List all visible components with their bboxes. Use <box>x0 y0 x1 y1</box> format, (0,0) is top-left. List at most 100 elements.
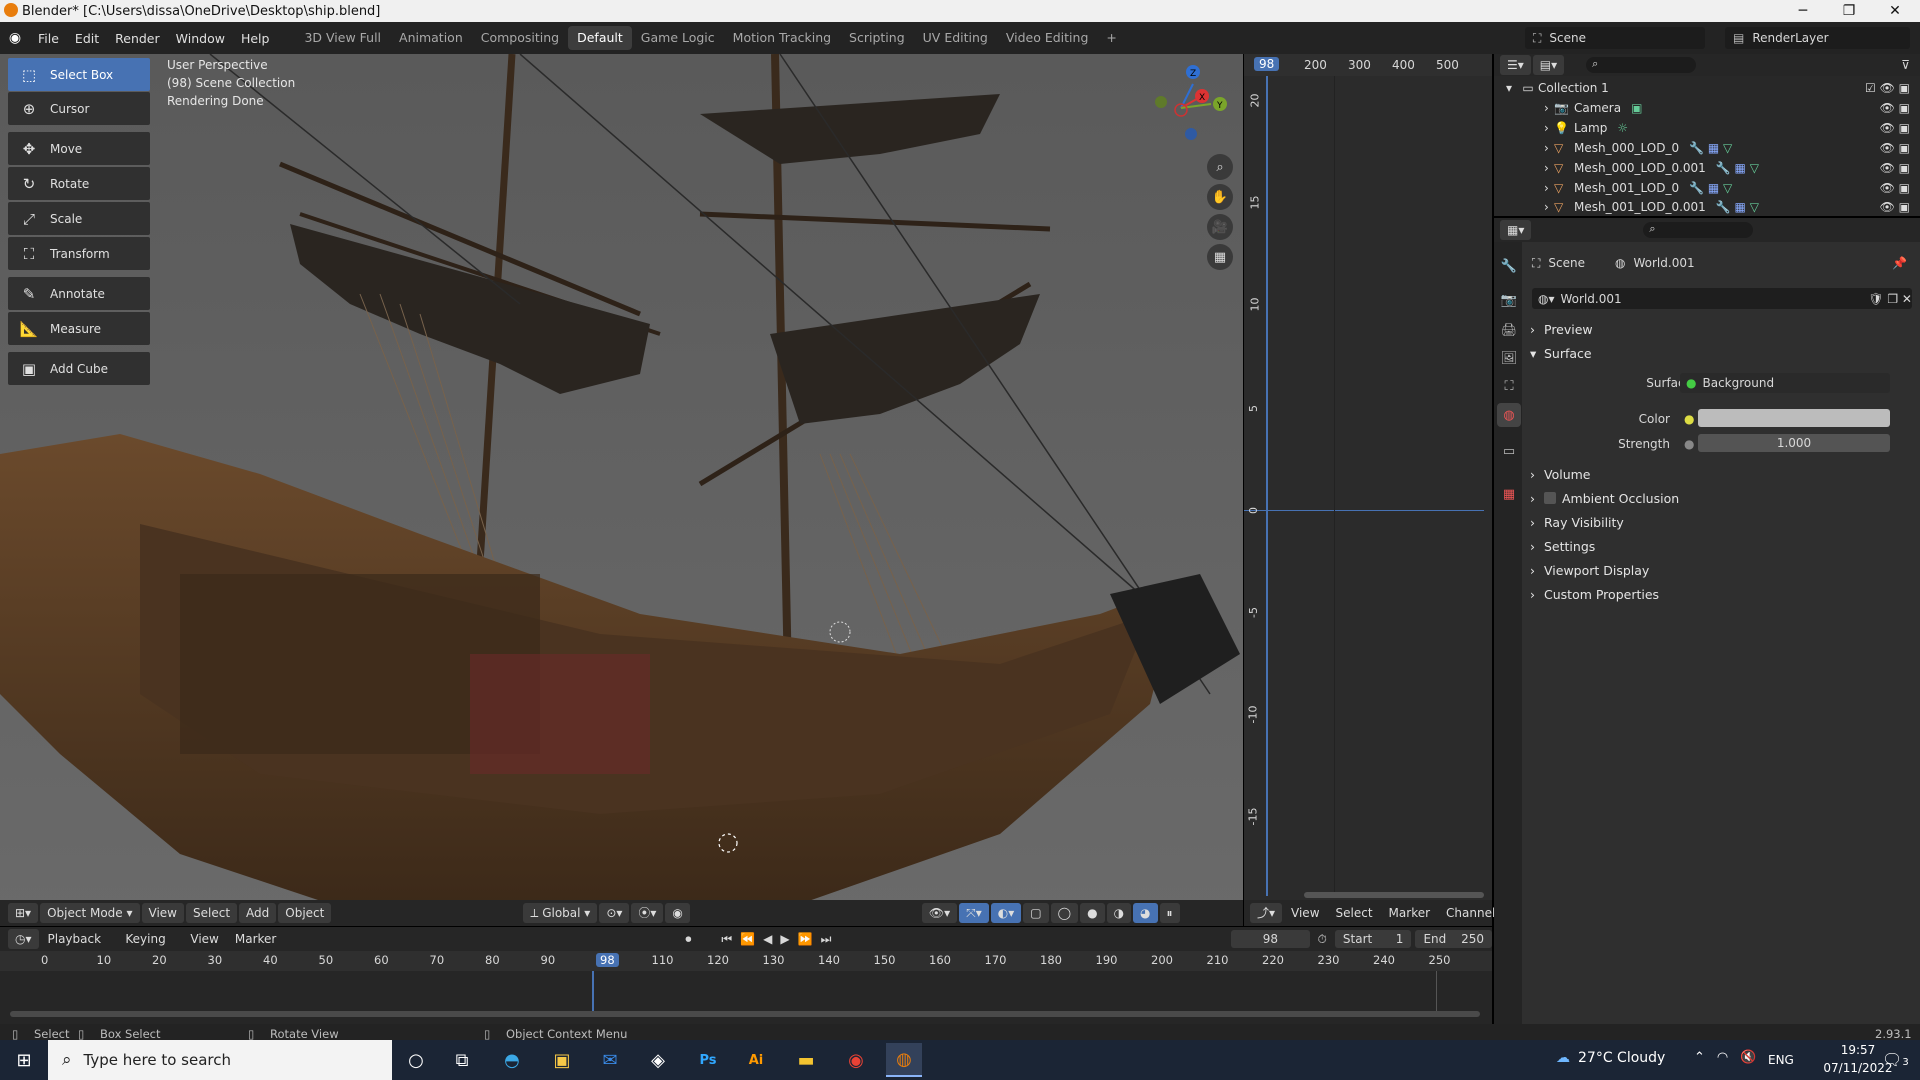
texture-properties-icon[interactable]: ▦ <box>1497 482 1521 506</box>
end-frame-field[interactable]: End 250 <box>1415 930 1492 948</box>
start-frame-field[interactable]: Start 1 <box>1334 930 1412 948</box>
jump-end-icon[interactable]: ⏭ <box>821 932 832 947</box>
menu-render[interactable]: Render <box>107 31 168 46</box>
editor-type-icon[interactable]: ⊞▾ <box>8 903 39 923</box>
add-workspace-icon[interactable]: + <box>1097 26 1125 50</box>
shading-solid-icon[interactable]: ● <box>1080 903 1105 923</box>
outliner-item-mesh[interactable]: › ▽ Mesh_001_LOD_0 🔧 ▦ ▽ 👁 ▣ <box>1494 178 1920 198</box>
workspace-tab-video-editing[interactable]: Video Editing <box>997 26 1098 50</box>
visibility-eye-icon[interactable]: ☑ 👁 ▣ <box>1865 81 1910 95</box>
tool-select-box[interactable]: ⬚ Select Box <box>8 58 150 91</box>
workspace-tab-compositing[interactable]: Compositing <box>472 26 568 50</box>
strength-field[interactable]: 1.000 <box>1698 434 1890 452</box>
world-selector[interactable]: ◍▾ World.001 🛡 ❐ ✕ <box>1532 288 1912 309</box>
outliner-item-mesh[interactable]: › ▽ Mesh_000_LOD_0.001 🔧 ▦ ▽ 👁 ▣ <box>1494 158 1920 178</box>
outliner-display-mode-icon[interactable]: ▤▾ <box>1532 55 1565 75</box>
outliner[interactable]: ☰▾ ▤▾ ⌕ ⊽ ▾ ▭ Collection 1 ☑ 👁 ▣ › 📷 Came… <box>1494 54 1920 216</box>
file-explorer-icon[interactable]: ▬ <box>788 1043 824 1077</box>
workspace-tab-animation[interactable]: Animation <box>390 26 472 50</box>
timeline-menu-marker[interactable]: Marker <box>228 929 283 949</box>
panel-volume[interactable]: › Volume <box>1530 463 1591 485</box>
render-properties-icon[interactable]: 📷 <box>1497 288 1521 312</box>
graph-current-frame[interactable]: 98 <box>1254 57 1280 71</box>
next-keyframe-icon[interactable]: ⏩ <box>798 932 813 946</box>
task-view-icon[interactable]: ⧉ <box>444 1043 480 1077</box>
object-mode-dropdown[interactable]: Object Mode ▾ <box>40 903 140 923</box>
shading-rendered-icon[interactable]: ◕ <box>1133 903 1158 923</box>
tool-transform[interactable]: ⛶ Transform <box>8 237 150 270</box>
visibility-eye-icon[interactable]: 👁 ▣ <box>1880 101 1910 115</box>
timeline-menu-keying[interactable]: Keying ▾ <box>118 929 181 966</box>
pivot-icon[interactable]: ⊙▾ <box>599 903 630 923</box>
workspace-tab-uv-editing[interactable]: UV Editing <box>914 26 997 50</box>
outliner-editor-type-icon[interactable]: ☰▾ <box>1500 55 1531 75</box>
visibility-eye-icon[interactable]: 👁 ▣ <box>1880 181 1910 195</box>
workspace-tab-game-logic[interactable]: Game Logic <box>632 26 724 50</box>
view-layer-properties-icon[interactable]: 🖼 <box>1497 346 1521 370</box>
color-swatch[interactable] <box>1698 409 1890 427</box>
menu-edit[interactable]: Edit <box>67 31 107 46</box>
current-frame-field[interactable]: 98 <box>1231 930 1310 948</box>
scene-properties-icon[interactable]: ⛶ <box>1497 374 1521 398</box>
clock-time[interactable]: 19:57 <box>1830 1043 1886 1057</box>
tool-measure[interactable]: 📐 Measure <box>8 312 150 345</box>
filter-icon[interactable]: ⊽ <box>1901 58 1910 72</box>
pause-render-icon[interactable]: ⏸ <box>1159 903 1180 923</box>
tool-add-cube[interactable]: ▣ Add Cube <box>8 352 150 385</box>
expand-icon[interactable]: ▾ <box>1506 81 1518 95</box>
world-browse-icon[interactable]: ◍▾ <box>1538 292 1555 306</box>
volume-icon[interactable]: 🔇 <box>1740 1050 1756 1065</box>
world-name-field[interactable]: World.001 <box>1561 292 1622 306</box>
workspace-tab-motion-tracking[interactable]: Motion Tracking <box>724 26 840 50</box>
properties-editor-type-icon[interactable]: ▦▾ <box>1500 220 1532 240</box>
scene-selector[interactable]: ⛶ Scene <box>1525 27 1705 49</box>
panel-ray-visibility[interactable]: › Ray Visibility <box>1530 511 1624 533</box>
input-language[interactable]: ENG <box>1768 1053 1794 1067</box>
chevron-up-icon[interactable]: ⌃ <box>1694 1050 1705 1065</box>
menu-file[interactable]: File <box>30 31 67 46</box>
visibility-eye-icon[interactable]: 👁 ▣ <box>1880 200 1910 214</box>
visibility-eye-icon[interactable]: 👁 ▣ <box>1880 141 1910 155</box>
panel-viewport-display[interactable]: › Viewport Display <box>1530 559 1649 581</box>
viewport-menu-add[interactable]: Add <box>239 903 277 923</box>
panel-custom-properties[interactable]: › Custom Properties <box>1530 583 1659 605</box>
grid-perspective-icon[interactable]: ▦ <box>1207 244 1233 270</box>
visibility-eye-icon[interactable]: 👁 ▣ <box>1880 121 1910 135</box>
shading-material-icon[interactable]: ◑ <box>1106 903 1132 923</box>
viewport-menu-object[interactable]: Object <box>278 903 332 923</box>
close-button[interactable]: ✕ <box>1872 0 1918 22</box>
outliner-item-camera[interactable]: › 📷 Camera ▣ 👁 ▣ <box>1494 98 1920 118</box>
transform-orientation-dropdown[interactable]: ⟂ Global ▾ <box>523 903 598 923</box>
workspace-tab-3d-view-full[interactable]: 3D View Full <box>295 26 390 50</box>
tool-rotate[interactable]: ↻ Rotate <box>8 167 150 200</box>
panel-preview[interactable]: › Preview <box>1530 318 1593 340</box>
world-properties-icon[interactable]: ◍ <box>1497 403 1521 427</box>
graph-menu-view[interactable]: View <box>1284 903 1326 923</box>
render-layer-selector[interactable]: ▤ RenderLayer <box>1725 27 1910 49</box>
outliner-item-mesh[interactable]: › ▽ Mesh_000_LOD_0 🔧 ▦ ▽ 👁 ▣ <box>1494 138 1920 158</box>
viewport-menu-select[interactable]: Select <box>186 903 238 923</box>
unity-icon[interactable]: ◈ <box>640 1043 676 1077</box>
blender-menu-icon[interactable]: ◉ <box>0 30 30 46</box>
zoom-icon[interactable]: ⌕ <box>1207 154 1233 180</box>
weather-widget[interactable]: ☁ 27°C Cloudy <box>1556 1050 1665 1066</box>
timeline-playhead[interactable] <box>592 971 594 1011</box>
xray-icon[interactable]: ▢ <box>1023 903 1049 923</box>
record-icon[interactable]: ⏺ <box>685 932 691 947</box>
tray-icons[interactable]: ⌃ ◠ 🔇 <box>1694 1050 1756 1065</box>
preview-range-icon[interactable]: ⏱ <box>1318 932 1327 947</box>
workspace-tab-default[interactable]: Default <box>568 26 632 50</box>
illustrator-icon[interactable]: Ai <box>738 1043 774 1077</box>
graph-scrollbar[interactable] <box>1304 892 1484 898</box>
timeline-menu-view[interactable]: View <box>183 929 225 949</box>
blender-taskbar-icon[interactable]: ◍ <box>886 1043 922 1077</box>
panel-ambient-occlusion[interactable]: › Ambient Occlusion <box>1530 487 1679 509</box>
tool-cursor[interactable]: ⊕ Cursor <box>8 92 150 125</box>
timeline[interactable]: ◷▾ Playback ▾ Keying ▾ View Marker ⏺ ⏮ ⏪… <box>0 927 1492 1024</box>
outliner-item-mesh[interactable]: › ▽ Mesh_001_LOD_0.001 🔧 ▦ ▽ 👁 ▣ <box>1494 198 1920 216</box>
menu-help[interactable]: Help <box>233 31 278 46</box>
overlay-toggle-icon[interactable]: ◐▾ <box>990 903 1022 923</box>
timeline-editor-type-icon[interactable]: ◷▾ <box>8 929 39 949</box>
cortana-icon[interactable]: ○ <box>398 1043 434 1077</box>
taskbar-search-input[interactable]: ⌕ Type here to search <box>48 1040 392 1080</box>
